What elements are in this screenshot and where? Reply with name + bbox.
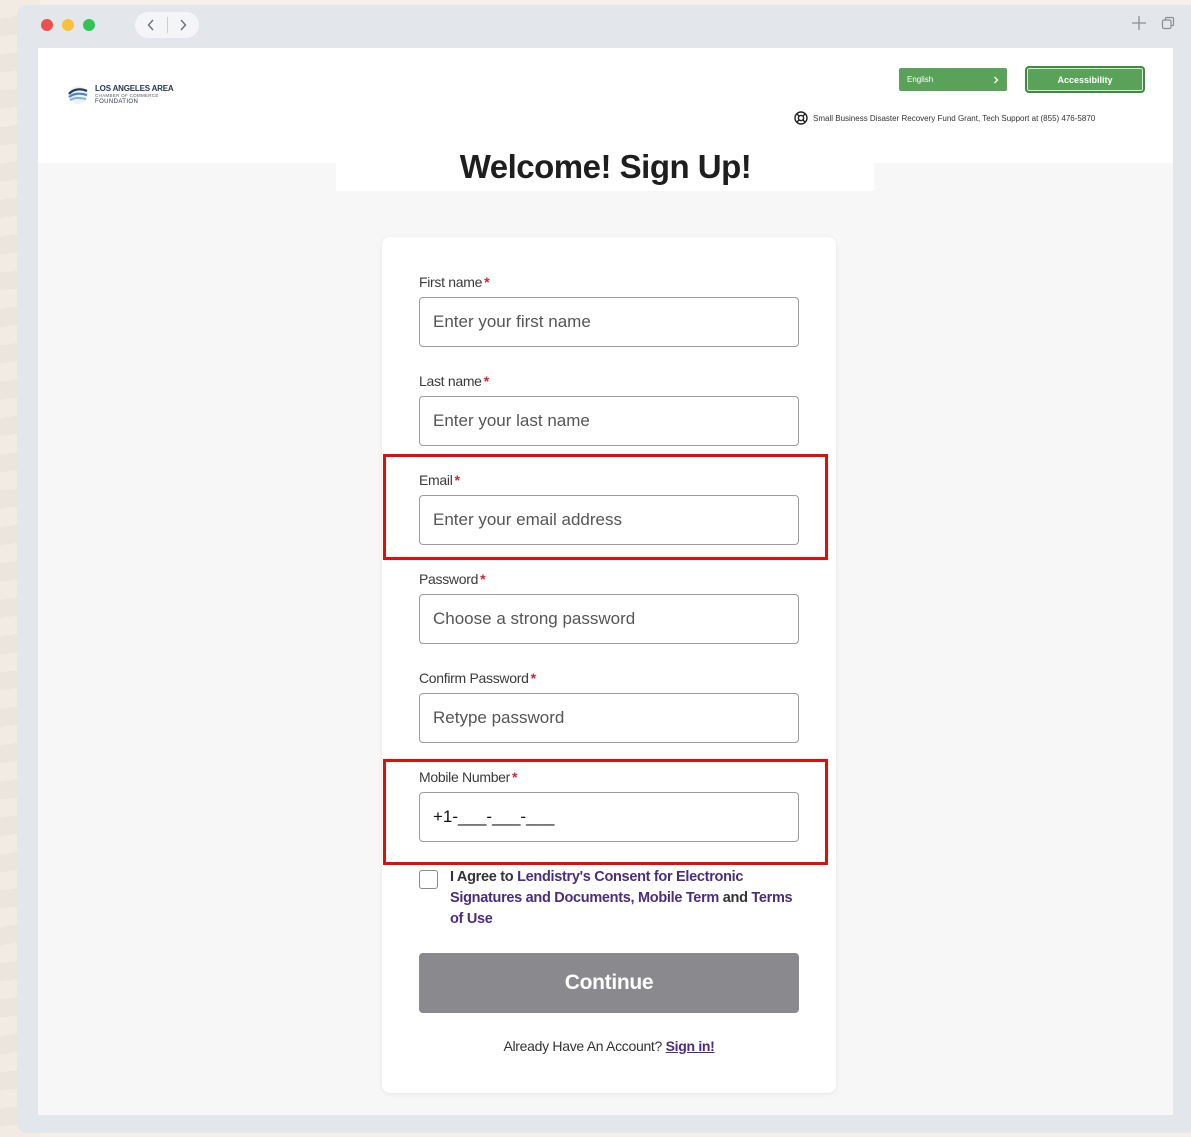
web-page: LOS ANGELES AREA CHAMBER OF COMMERCE FOU… xyxy=(38,48,1173,1115)
continue-button[interactable]: Continue xyxy=(419,953,799,1013)
maximize-window-button[interactable] xyxy=(83,19,95,31)
confirm-password-input[interactable] xyxy=(419,693,799,743)
password-label: Password * xyxy=(419,571,486,587)
mobile-highlight-box xyxy=(383,759,828,865)
language-label: English xyxy=(907,75,934,84)
back-button[interactable] xyxy=(135,12,167,38)
browser-titlebar xyxy=(17,5,1191,48)
agreement-row: I Agree to Lendistry's Consent for Elect… xyxy=(419,867,799,930)
password-input[interactable] xyxy=(419,594,799,644)
last-name-input[interactable] xyxy=(419,396,799,446)
minimize-window-button[interactable] xyxy=(62,19,74,31)
close-window-button[interactable] xyxy=(41,19,53,31)
first-name-input[interactable] xyxy=(419,297,799,347)
copy-icon xyxy=(1161,16,1175,30)
support-text: Small Business Disaster Recovery Fund Gr… xyxy=(813,113,1096,123)
new-tab-button[interactable] xyxy=(1131,15,1147,36)
accessibility-button[interactable]: Accessibility xyxy=(1025,66,1145,93)
agreement-text: I Agree to Lendistry's Consent for Elect… xyxy=(450,869,793,927)
email-highlight-box xyxy=(383,454,828,560)
agree-checkbox[interactable] xyxy=(419,870,438,889)
chevron-right-icon xyxy=(180,19,187,31)
globe-swoosh-icon xyxy=(68,86,88,104)
chamber-logo[interactable]: LOS ANGELES AREA CHAMBER OF COMMERCE FOU… xyxy=(67,84,174,105)
logo-line-1: LOS ANGELES AREA xyxy=(95,84,174,94)
sign-in-link[interactable]: Sign in! xyxy=(666,1038,715,1054)
logo-text: LOS ANGELES AREA CHAMBER OF COMMERCE FOU… xyxy=(95,84,174,105)
logo-line-3: FOUNDATION xyxy=(95,98,139,105)
last-name-label: Last name * xyxy=(419,373,489,389)
chevron-right-icon xyxy=(994,76,999,83)
language-select[interactable]: English xyxy=(899,68,1007,91)
plus-icon xyxy=(1132,16,1146,30)
browser-window: LOS ANGELES AREA CHAMBER OF COMMERCE FOU… xyxy=(17,5,1191,1133)
titlebar-actions xyxy=(1131,15,1175,36)
page-title: Welcome! Sign Up! xyxy=(459,148,752,185)
signin-prompt: Already Have An Account? Sign in! xyxy=(503,1038,715,1054)
confirm-password-label: Confirm Password * xyxy=(419,670,536,686)
site-header xyxy=(38,48,1173,163)
forward-button[interactable] xyxy=(168,12,200,38)
signup-form-card: First name* Last name* Email* Password* … xyxy=(382,237,836,1093)
browser-nav-controls xyxy=(135,12,199,38)
lifebuoy-icon xyxy=(794,111,808,125)
support-line: Small Business Disaster Recovery Fund Gr… xyxy=(794,111,1095,125)
first-name-label: First name * xyxy=(419,274,490,290)
tab-overview-button[interactable] xyxy=(1161,16,1175,35)
chevron-left-icon xyxy=(147,19,154,31)
